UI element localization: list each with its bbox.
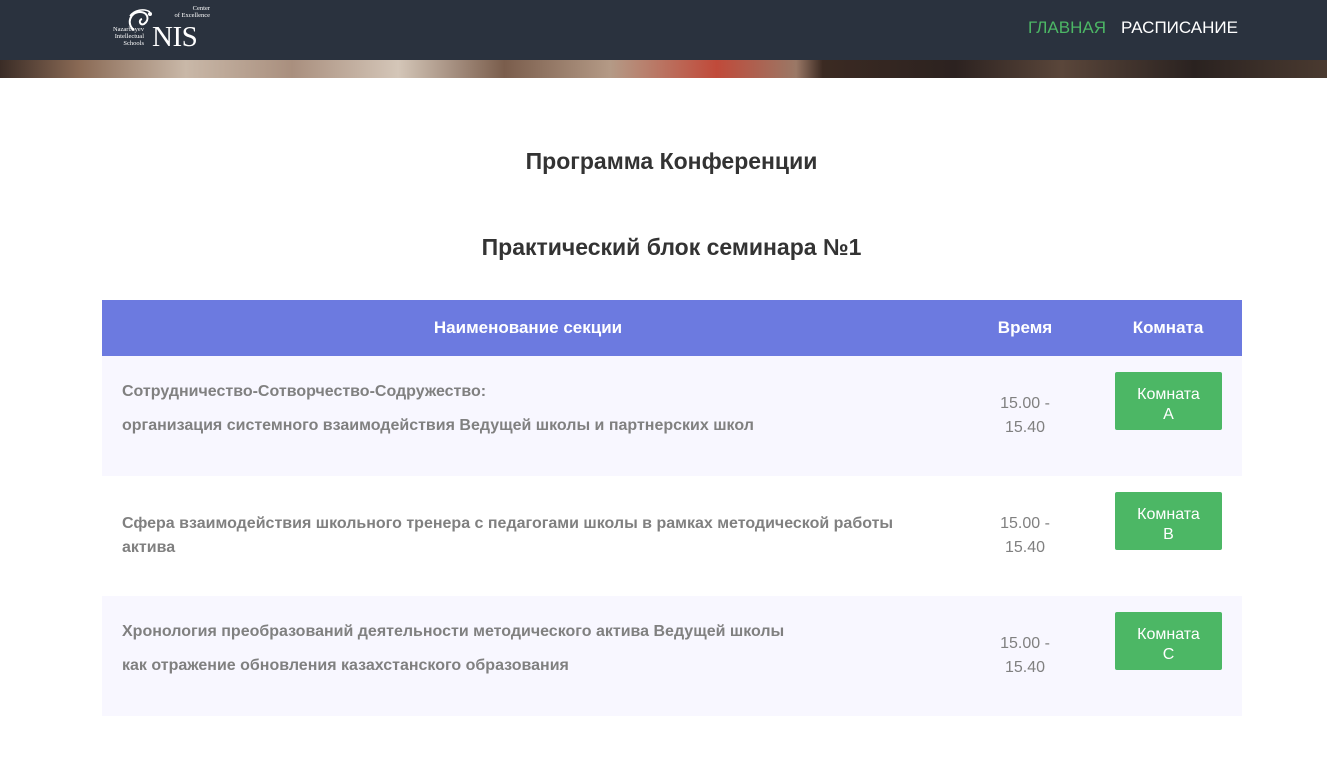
- section-time: 15.00 - 15.40: [974, 632, 1076, 680]
- table-header-row: Наименование секции Время Комната: [102, 300, 1242, 356]
- header-time: Время: [997, 318, 1053, 337]
- room-button-letter: А: [1163, 406, 1174, 423]
- logo-left-line-3: Schools: [123, 40, 144, 47]
- room-button-label: Комната: [1137, 506, 1200, 523]
- table-row: Сотрудничество-Сотворчество-Содружество:…: [102, 356, 1242, 476]
- room-button-label: Комната: [1137, 386, 1200, 403]
- section-title-line: как отражение обновления казахстанского …: [122, 657, 569, 674]
- logo-top-line-1: Center: [192, 5, 210, 12]
- nav-schedule-link[interactable]: РАСПИСАНИЕ: [1121, 18, 1238, 38]
- table-row: Хронология преобразований деятельности м…: [102, 596, 1242, 716]
- room-button-letter: С: [1162, 646, 1175, 663]
- room-button-letter: В: [1163, 526, 1174, 543]
- hero-image-strip: [0, 60, 1327, 78]
- logo-top-line-2: of Excellence: [174, 12, 210, 19]
- time-start: 15.00 -: [1000, 635, 1050, 652]
- nav-home-link[interactable]: ГЛАВНАЯ: [1028, 18, 1106, 38]
- nis-logo[interactable]: Center of Excellence Nazarbayev Intellec…: [100, 4, 212, 54]
- logo-center-text: Center of Excellence: [162, 5, 210, 19]
- top-navbar: Center of Excellence Nazarbayev Intellec…: [0, 0, 1327, 60]
- time-end: 15.40: [1004, 419, 1046, 436]
- room-b-button[interactable]: Комната В: [1115, 492, 1222, 550]
- logo-nis-mark: NIS: [152, 21, 198, 53]
- section-time: 15.00 - 15.40: [974, 392, 1076, 440]
- section-title-line: организация системного взаимодействия Ве…: [122, 417, 754, 434]
- section-title-line: Хронология преобразований деятельности м…: [122, 623, 785, 640]
- schedule-table: Наименование секции Время Комната Сотруд…: [102, 300, 1242, 716]
- section-title: Сфера взаимодействия школьного тренера с…: [122, 512, 922, 560]
- time-start: 15.00 -: [1000, 515, 1050, 532]
- room-a-button[interactable]: Комната А: [1115, 372, 1222, 430]
- section-time: 15.00 - 15.40: [974, 512, 1076, 560]
- section-title-line: актива: [122, 539, 176, 556]
- room-c-button[interactable]: Комната С: [1115, 612, 1222, 670]
- time-end: 15.40: [1004, 539, 1046, 556]
- logo-left-line-2: Intellectual: [114, 33, 144, 40]
- header-section-name: Наименование секции: [433, 318, 623, 337]
- logo-school-text: Nazarbayev Intellectual Schools: [100, 26, 144, 47]
- time-end: 15.40: [1004, 659, 1046, 676]
- time-start: 15.00 -: [1000, 395, 1050, 412]
- section-title: Хронология преобразований деятельности м…: [122, 620, 922, 678]
- header-room: Комната: [1132, 318, 1204, 337]
- page-subtitle: Практический блок семинара №1: [481, 234, 862, 260]
- room-button-label: Комната: [1137, 626, 1200, 643]
- section-title: Сотрудничество-Сотворчество-Содружество:…: [122, 380, 922, 438]
- page-title: Программа Конференции: [525, 148, 818, 174]
- section-title-line: Сфера взаимодействия школьного тренера с…: [122, 515, 894, 532]
- section-title-line: Сотрудничество-Сотворчество-Содружество:: [122, 383, 487, 400]
- logo-left-line-1: Nazarbayev: [112, 26, 144, 33]
- table-row: Сфера взаимодействия школьного тренера с…: [102, 476, 1242, 596]
